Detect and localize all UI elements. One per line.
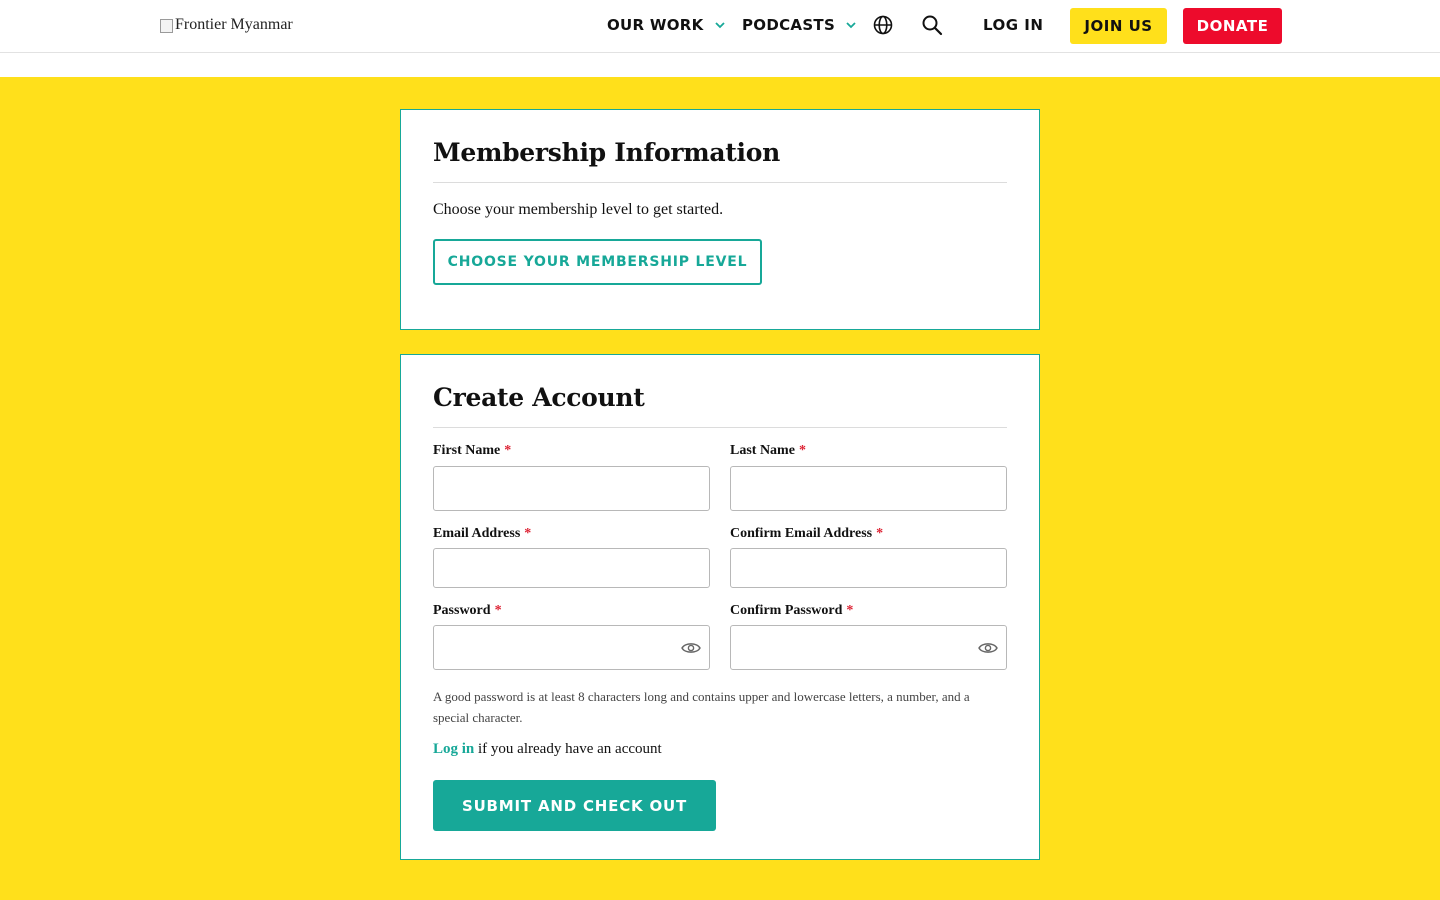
required-marker: * <box>524 526 532 541</box>
confirm-email-label: Confirm Email Address * <box>730 526 883 542</box>
required-marker: * <box>494 603 502 618</box>
choose-membership-button[interactable]: CHOOSE YOUR MEMBERSHIP LEVEL <box>433 239 762 285</box>
main-content: Membership Information Choose your membe… <box>0 77 1440 900</box>
broken-image-icon <box>158 17 174 33</box>
membership-card: Membership Information Choose your membe… <box>400 109 1040 330</box>
eye-icon[interactable] <box>681 641 701 655</box>
email-input[interactable] <box>433 548 710 588</box>
join-us-button[interactable]: JOIN US <box>1070 8 1167 44</box>
nav-our-work[interactable]: OUR WORK <box>607 16 726 34</box>
membership-title: Membership Information <box>433 138 780 167</box>
last-name-label-text: Last Name <box>730 443 795 458</box>
nav-our-work-label: OUR WORK <box>607 16 704 34</box>
eye-icon[interactable] <box>978 641 998 655</box>
first-name-label-text: First Name <box>433 443 501 458</box>
nav-podcasts[interactable]: PODCASTS <box>742 16 857 34</box>
confirm-password-input[interactable] <box>730 625 1007 670</box>
password-label: Password * <box>433 603 502 619</box>
login-prompt-suffix: if you already have an account <box>474 741 662 757</box>
membership-description: Choose your membership level to get star… <box>433 201 724 218</box>
last-name-input[interactable] <box>730 466 1007 511</box>
site-header: Frontier Myanmar OUR WORK PODCASTS LOG I… <box>0 0 1440 53</box>
confirm-email-label-text: Confirm Email Address <box>730 526 873 541</box>
search-icon[interactable] <box>921 14 943 36</box>
chevron-down-icon <box>846 22 856 29</box>
divider <box>433 427 1007 428</box>
confirm-password-label: Confirm Password * <box>730 603 853 619</box>
first-name-input[interactable] <box>433 466 710 511</box>
nav-podcasts-label: PODCASTS <box>742 16 836 34</box>
login-link[interactable]: LOG IN <box>983 16 1043 34</box>
confirm-password-label-text: Confirm Password <box>730 603 843 618</box>
create-account-title: Create Account <box>433 383 645 412</box>
create-account-card: Create Account First Name * Last Name * Em… <box>400 354 1040 860</box>
login-link-inline[interactable]: Log in <box>433 741 474 757</box>
submit-checkout-button[interactable]: SUBMIT AND CHECK OUT <box>433 780 716 831</box>
required-marker: * <box>876 526 884 541</box>
site-logo[interactable]: Frontier Myanmar <box>158 16 293 34</box>
email-label: Email Address * <box>433 526 531 542</box>
email-label-text: Email Address <box>433 526 521 541</box>
password-hint: A good password is at least 8 characters… <box>433 689 970 725</box>
confirm-email-input[interactable] <box>730 548 1007 588</box>
logo-alt-text: Frontier Myanmar <box>175 16 293 33</box>
required-marker: * <box>846 603 854 618</box>
last-name-label: Last Name * <box>730 443 806 459</box>
globe-icon[interactable] <box>872 14 894 36</box>
first-name-label: First Name * <box>433 443 511 459</box>
divider <box>433 182 1007 183</box>
donate-button[interactable]: DONATE <box>1183 8 1282 44</box>
chevron-down-icon <box>714 22 725 29</box>
password-label-text: Password <box>433 603 491 618</box>
required-marker: * <box>798 443 806 458</box>
login-prompt: Log in if you already have an account <box>433 741 662 758</box>
required-marker: * <box>504 443 512 458</box>
password-input[interactable] <box>433 625 710 670</box>
